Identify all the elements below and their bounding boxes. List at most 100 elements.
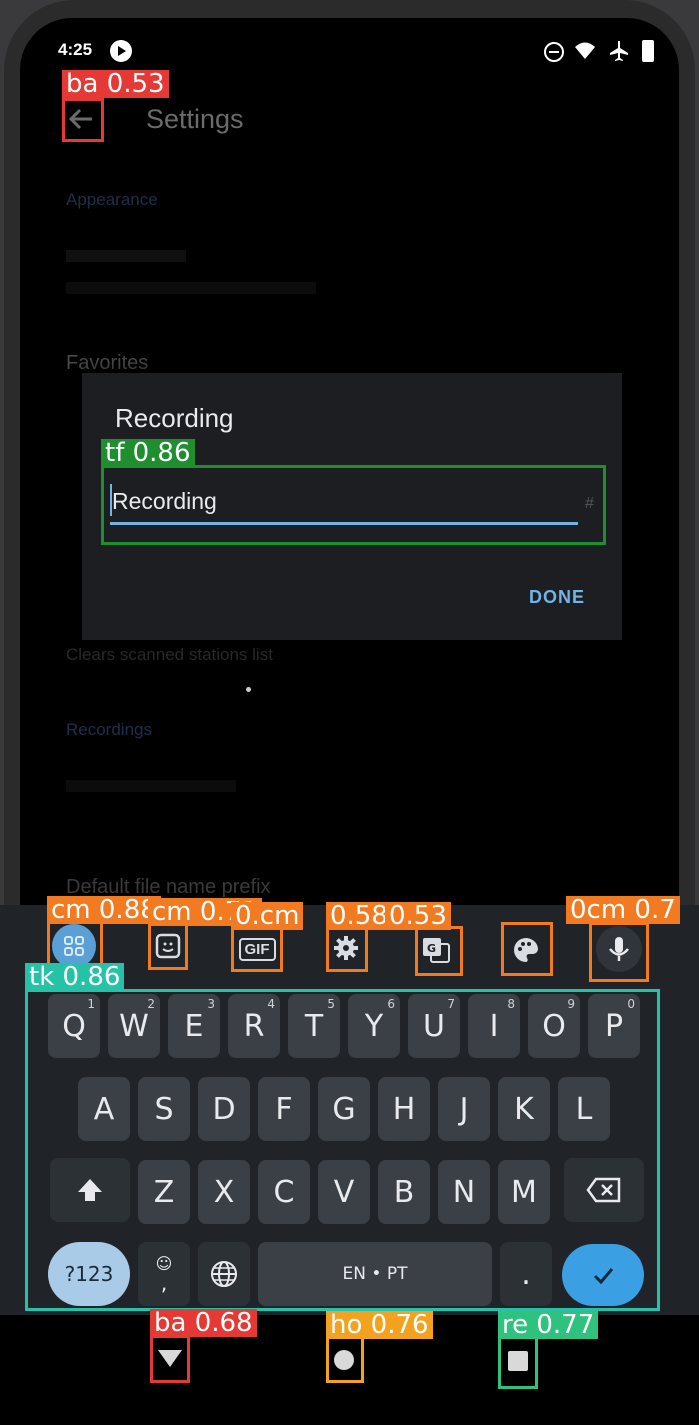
detection-label: 0.53 xyxy=(385,902,451,930)
detection-box xyxy=(501,922,553,976)
key-t[interactable]: T5 xyxy=(288,994,340,1058)
recordings-heading: Recordings xyxy=(66,720,152,739)
detection-box xyxy=(101,465,606,545)
key-p[interactable]: P0 xyxy=(588,994,640,1058)
key-s[interactable]: S xyxy=(138,1077,190,1141)
dnd-icon xyxy=(544,42,564,62)
key-h[interactable]: H xyxy=(378,1077,430,1141)
key-label: R xyxy=(243,1008,265,1044)
wifi-icon xyxy=(574,40,596,67)
key-y[interactable]: Y6 xyxy=(348,994,400,1058)
detection-box xyxy=(589,922,649,982)
key-label: Q xyxy=(62,1008,86,1044)
key-label: I xyxy=(489,1008,499,1044)
setting-row-placeholder xyxy=(66,250,186,262)
key-n[interactable]: N xyxy=(438,1160,490,1224)
key-w[interactable]: W2 xyxy=(108,994,160,1058)
key-b[interactable]: B xyxy=(378,1160,430,1224)
detection-box xyxy=(498,1335,538,1389)
key-label: T xyxy=(304,1008,324,1044)
detection-box xyxy=(326,1335,364,1383)
key-label: W xyxy=(119,1008,149,1044)
key-hint-number: 9 xyxy=(567,997,575,1011)
key-f[interactable]: F xyxy=(258,1077,310,1141)
key-label: J xyxy=(459,1091,469,1127)
key-label: A xyxy=(93,1091,115,1127)
key-l[interactable]: L xyxy=(558,1077,610,1141)
key-hint-number: 5 xyxy=(327,997,335,1011)
detection-label: ba 0.53 xyxy=(62,70,169,98)
appearance-heading: Appearance xyxy=(66,190,158,209)
detection-label: ba 0.68 xyxy=(150,1309,257,1337)
key-z[interactable]: Z xyxy=(138,1160,190,1224)
detection-label: re 0.77 xyxy=(498,1311,599,1339)
key-u[interactable]: U7 xyxy=(408,994,460,1058)
detection-label: 0.cm xyxy=(231,902,304,930)
detection-box xyxy=(326,926,368,972)
key-i[interactable]: I8 xyxy=(468,994,520,1058)
key-label: X xyxy=(213,1174,235,1210)
detection-label: tf 0.86 xyxy=(101,439,195,467)
setting-row-placeholder xyxy=(66,780,236,792)
key-hint-number: 1 xyxy=(87,997,95,1011)
page-title: Settings xyxy=(146,104,244,134)
key-label: E xyxy=(184,1008,204,1044)
key-hint-number: 0 xyxy=(627,997,635,1011)
touch-indicator xyxy=(246,687,251,692)
key-label: H xyxy=(392,1091,416,1127)
key-r[interactable]: R4 xyxy=(228,994,280,1058)
key-label: O xyxy=(542,1008,566,1044)
reset-description: Clears scanned stations list xyxy=(66,645,273,664)
key-hint-number: 8 xyxy=(507,997,515,1011)
key-label: P xyxy=(604,1008,624,1044)
key-k[interactable]: K xyxy=(498,1077,550,1141)
key-v[interactable]: V xyxy=(318,1160,370,1224)
key-label: K xyxy=(514,1091,534,1127)
key-label: V xyxy=(333,1174,355,1210)
setting-row-placeholder xyxy=(66,282,316,294)
key-label: Z xyxy=(153,1174,175,1210)
key-m[interactable]: M xyxy=(498,1160,550,1224)
key-label: C xyxy=(273,1174,295,1210)
detection-box xyxy=(62,98,104,142)
key-q[interactable]: Q1 xyxy=(48,994,100,1058)
key-label: L xyxy=(575,1091,593,1127)
detection-box xyxy=(415,926,463,976)
detection-box xyxy=(150,1335,190,1383)
detection-label: 0.58 xyxy=(326,902,392,930)
key-label: F xyxy=(275,1091,293,1127)
detection-box xyxy=(148,922,188,970)
key-hint-number: 3 xyxy=(207,997,215,1011)
detection-label: cm 0.88 xyxy=(47,896,161,924)
detection-label: tk 0.86 xyxy=(25,963,125,991)
key-e[interactable]: E3 xyxy=(168,994,220,1058)
detection-label: ho 0.76 xyxy=(326,1311,433,1339)
favorites-label: Favorites xyxy=(66,352,149,374)
done-button[interactable]: DONE xyxy=(529,587,585,608)
detection-label: 0cm 0.7 xyxy=(566,896,680,924)
key-label: G xyxy=(332,1091,356,1127)
key-hint-number: 7 xyxy=(447,997,455,1011)
key-a[interactable]: A xyxy=(78,1077,130,1141)
airplane-icon xyxy=(608,40,630,67)
key-label: N xyxy=(452,1174,476,1210)
battery-icon xyxy=(642,40,654,62)
key-x[interactable]: X xyxy=(198,1160,250,1224)
key-d[interactable]: D xyxy=(198,1077,250,1141)
key-o[interactable]: O9 xyxy=(528,994,580,1058)
key-label: S xyxy=(154,1091,174,1127)
dialog-title: Recording xyxy=(115,403,234,433)
detection-box xyxy=(231,926,283,972)
key-c[interactable]: C xyxy=(258,1160,310,1224)
media-icon xyxy=(110,40,132,62)
key-hint-number: 6 xyxy=(387,997,395,1011)
key-label: Y xyxy=(364,1008,384,1044)
status-time: 4:25 xyxy=(58,40,93,59)
key-g[interactable]: G xyxy=(318,1077,370,1141)
key-label: B xyxy=(393,1174,415,1210)
key-label: U xyxy=(423,1008,445,1044)
key-label: D xyxy=(212,1091,236,1127)
key-hint-number: 2 xyxy=(147,997,155,1011)
key-hint-number: 4 xyxy=(267,997,275,1011)
key-j[interactable]: J xyxy=(438,1077,490,1141)
